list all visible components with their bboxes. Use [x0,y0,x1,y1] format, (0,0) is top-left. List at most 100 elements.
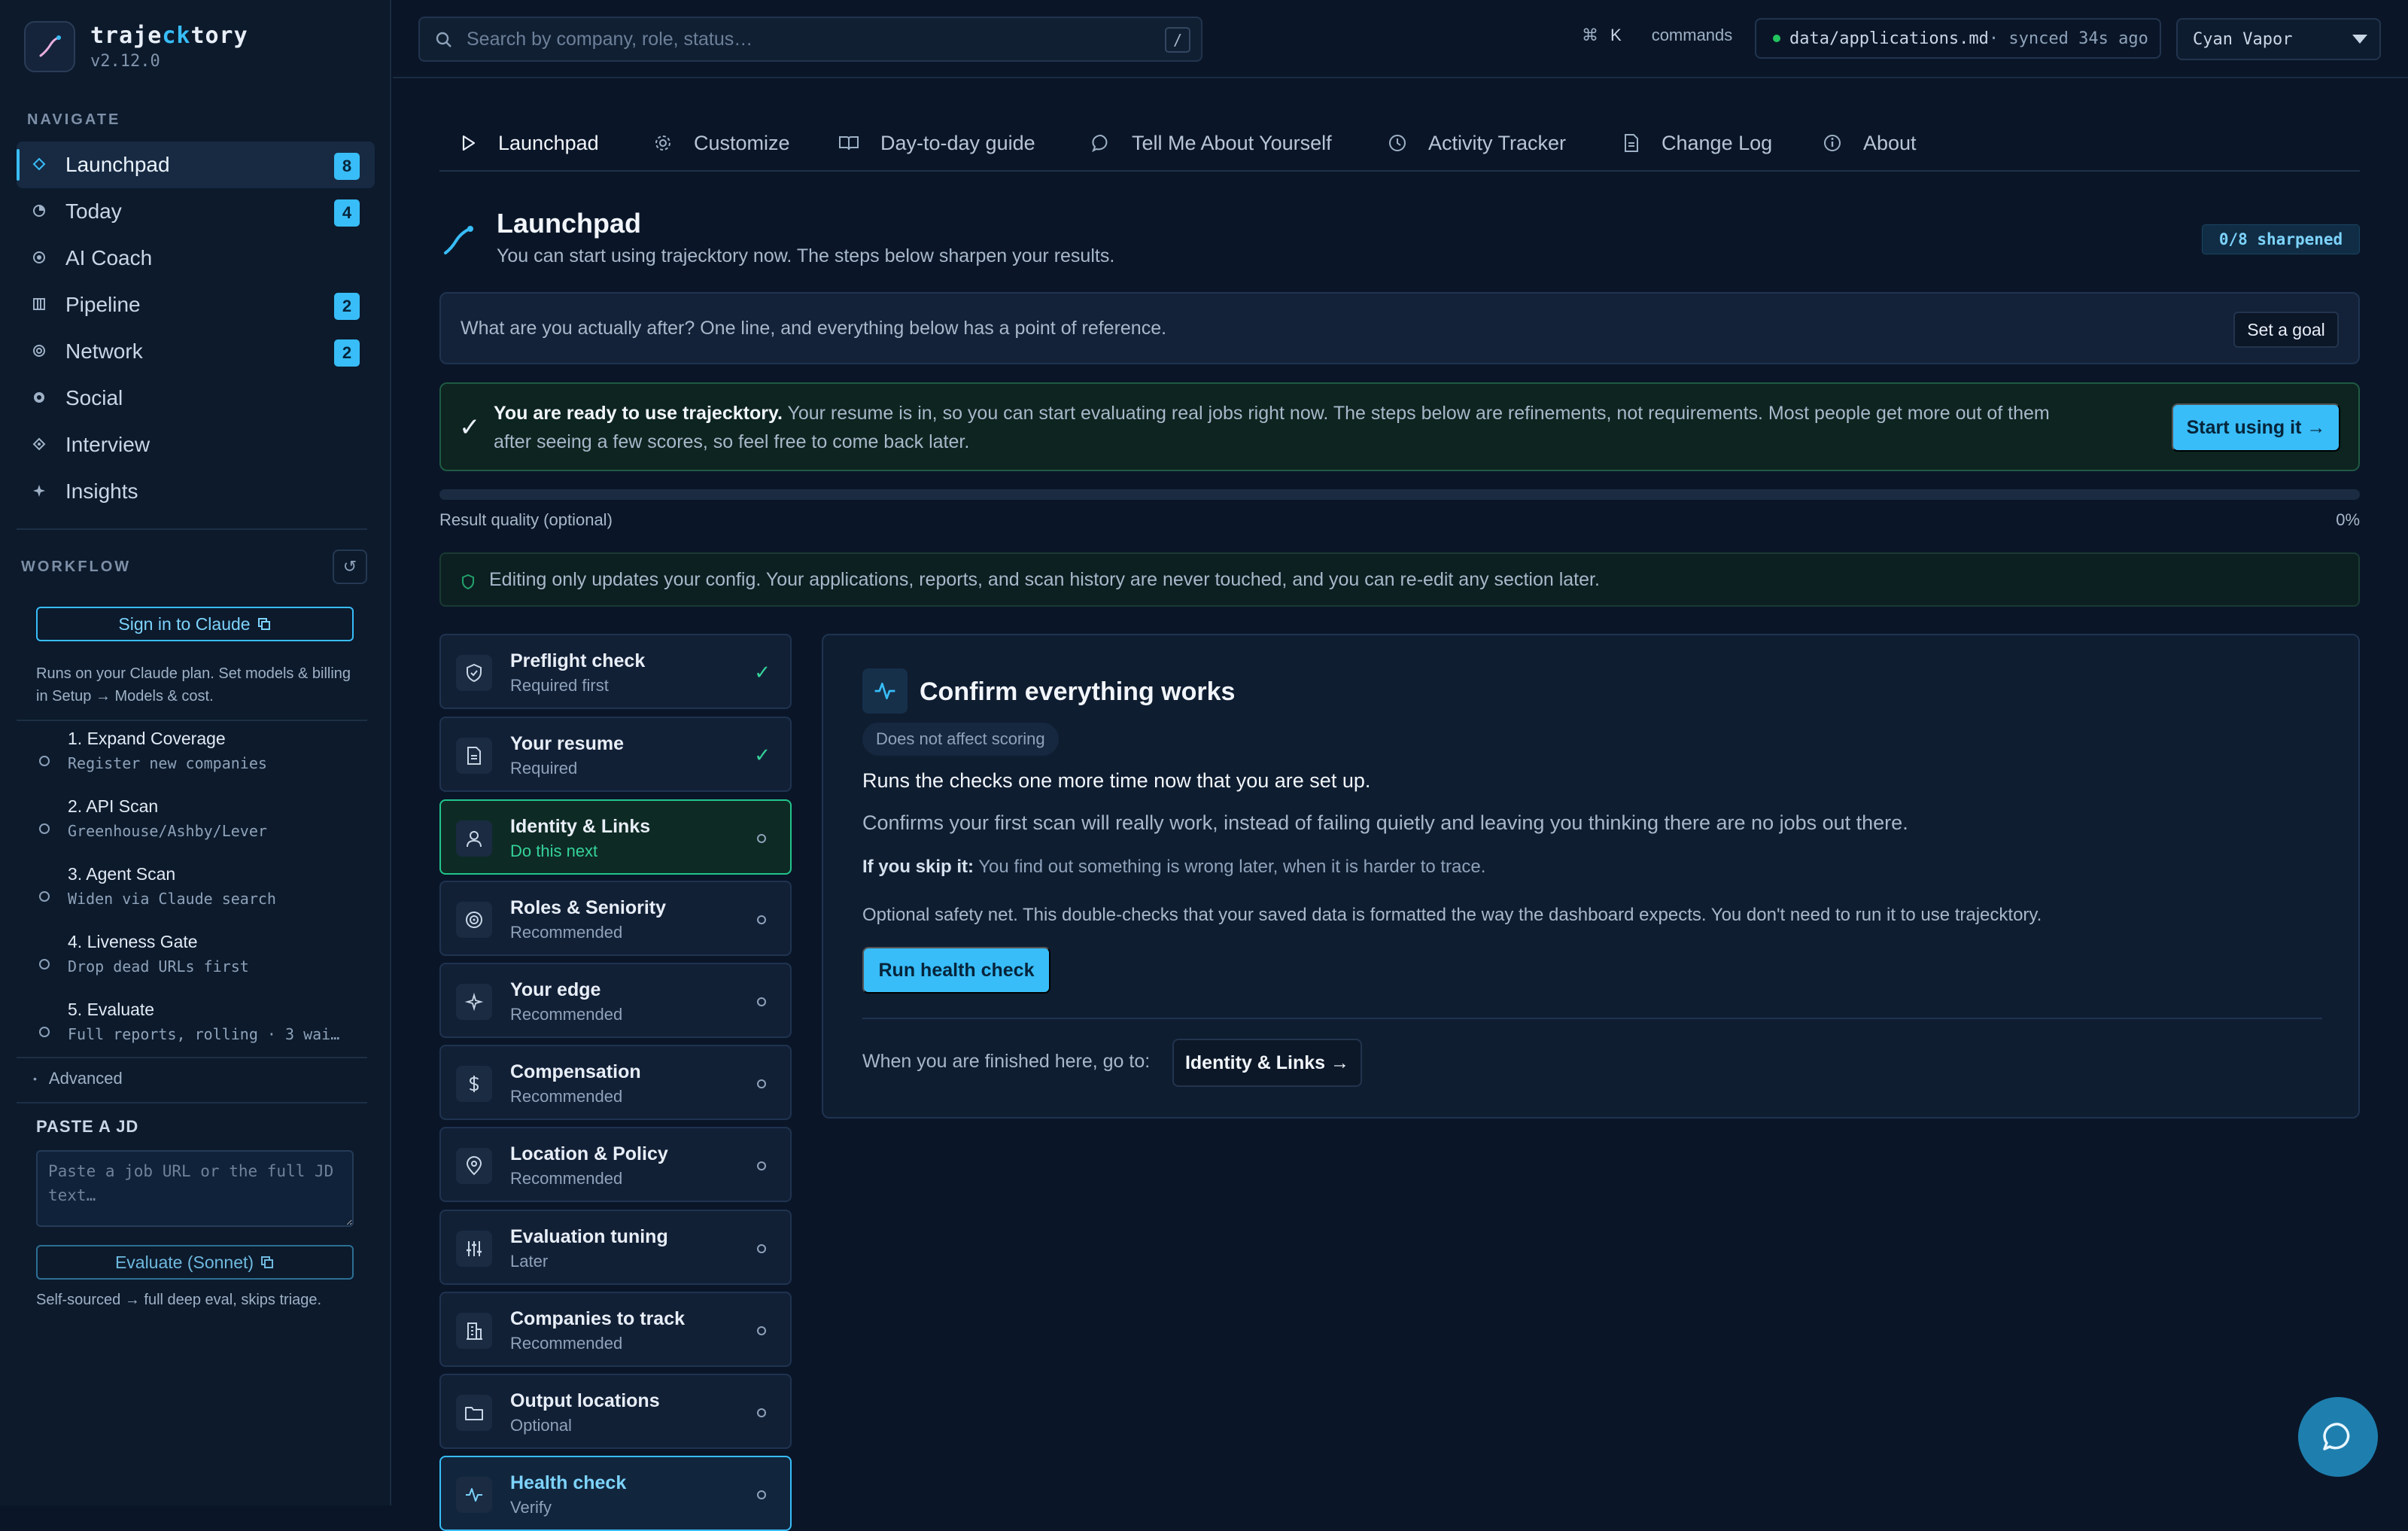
tab-label: Change Log [1662,131,1773,154]
step-health-check[interactable]: Health check Verify [439,1456,792,1531]
sidebar-item-social[interactable]: Social [17,375,375,422]
refresh-button[interactable]: ↺ [333,549,367,584]
chat-button[interactable] [2298,1397,2378,1477]
result-quality-label: Result quality (optional) [439,510,613,529]
sync-status[interactable]: data/applications.md · synced 34s ago [1755,18,2161,59]
tab-about[interactable]: About [1823,126,1917,160]
jd-note: Self-sourced → full deep eval, skips tri… [36,1292,322,1308]
command-key-icon: ⌘ [1582,26,1598,44]
ready-banner: ✓ You are ready to use trajecktory. Your… [439,382,2360,471]
step-evaluation-tuning[interactable]: Evaluation tuning Later [439,1210,792,1285]
workflow-step-agent-scan[interactable]: 3. Agent Scan Widen via Claude search [36,864,367,923]
evaluate-sonnet-button[interactable]: Evaluate (Sonnet) [36,1245,354,1280]
sidebar-item-today[interactable]: Today 4 [17,188,375,235]
start-using-button[interactable]: Start using it → [2172,403,2340,452]
info-banner: Editing only updates your config. Your a… [439,552,2360,607]
sidebar-item-pipeline[interactable]: Pipeline 2 [17,282,375,328]
chat-bubble-icon [2323,1423,2350,1450]
advanced-toggle[interactable]: • Advanced [33,1069,123,1088]
run-health-check-button[interactable]: Run health check [862,947,1050,994]
step-dot-icon [39,756,50,766]
workflow-step-liveness[interactable]: 4. Liveness Gate Drop dead URLs first [36,932,367,991]
pending-ring-icon [757,1490,766,1499]
theme-select[interactable]: Cyan Vapor [2176,18,2381,60]
panel-note: Optional safety net. This double-checks … [862,905,2042,925]
dollar-icon [456,1066,492,1102]
folder-icon [456,1395,492,1431]
tab-tell-me-about-yourself[interactable]: Tell Me About Yourself [1091,126,1332,160]
document-icon [1625,134,1638,152]
divider [17,528,367,530]
copy-icon [257,618,270,630]
ring-icon [33,345,45,357]
commands-label: commands [1651,26,1733,44]
search-shortcut-key: / [1165,27,1190,53]
sidebar-item-interview[interactable]: Interview [17,422,375,468]
sidebar-item-insights[interactable]: Insights [17,468,375,515]
diamond-icon [32,157,46,171]
sidebar: trajecktory v2.12.0 NAVIGATE Launchpad 8… [0,0,391,1505]
pulse-icon [862,668,908,714]
tab-label: Customize [694,131,790,154]
step-title: Output locations [510,1390,660,1411]
sidebar-item-launchpad[interactable]: Launchpad 8 [17,142,375,188]
workflow-step-title: 3. Agent Scan [68,864,176,884]
jd-input[interactable] [36,1150,354,1227]
workflow-step-evaluate[interactable]: 5. Evaluate Full reports, rolling · 3 wa… [36,1000,367,1058]
sidebar-item-label: Insights [65,479,138,503]
step-dot-icon [39,959,50,969]
chevron-down-icon [2352,35,2367,44]
pin-icon [456,1148,492,1184]
pending-ring-icon [757,915,766,924]
step-title: Health check [510,1472,627,1493]
step-compensation[interactable]: Compensation Recommended [439,1045,792,1120]
workflow-step-sub: Full reports, rolling · 3 wai… [68,1025,340,1043]
count-badge: 2 [334,339,360,367]
sync-file: data/applications.md [1789,29,1989,48]
check-icon: ✓ [754,744,771,766]
step-companies-to-track[interactable]: Companies to track Recommended [439,1292,792,1367]
go-to-identity-links-button[interactable]: Identity & Links → [1172,1039,1362,1087]
set-goal-button[interactable]: Set a goal [2233,312,2339,348]
step-your-resume[interactable]: Your resume Required ✓ [439,717,792,792]
search-icon [436,32,451,47]
tab-launchpad[interactable]: Launchpad [461,126,599,160]
step-output-locations[interactable]: Output locations Optional [439,1374,792,1449]
brand[interactable]: trajecktory v2.12.0 [24,20,248,74]
sign-in-claude-button[interactable]: Sign in to Claude [36,607,354,641]
tab-label: Activity Tracker [1428,131,1567,154]
pulse-icon [456,1477,492,1513]
search-input[interactable] [467,24,1114,54]
step-sub: Later [510,1252,549,1271]
divider [862,1018,2322,1019]
user-icon [456,820,492,857]
sidebar-item-label: Today [65,199,122,223]
sidebar-item-ai-coach[interactable]: AI Coach [17,235,375,282]
sidebar-item-network[interactable]: Network 2 [17,328,375,375]
copy-icon [261,1256,274,1268]
info-icon [1824,135,1841,151]
navigate-header: NAVIGATE [27,111,121,128]
workflow-step-expand[interactable]: 1. Expand Coverage Register new companie… [36,729,367,787]
divider [17,1057,367,1058]
tab-customize[interactable]: Customize [653,126,790,160]
step-sub: Required first [510,676,609,695]
step-sub: Recommended [510,1169,623,1188]
pending-ring-icon [757,1161,766,1170]
step-location-policy[interactable]: Location & Policy Recommended [439,1127,792,1202]
tab-change-log[interactable]: Change Log [1622,126,1772,160]
result-quality-percent: 0% [2336,510,2360,529]
tab-activity-tracker[interactable]: Activity Tracker [1388,126,1566,160]
step-identity-links[interactable]: Identity & Links Do this next [439,799,792,875]
step-roles-seniority[interactable]: Roles & Seniority Recommended [439,881,792,956]
sparkle-icon [33,485,45,497]
tab-day-to-day-guide[interactable]: Day-to-day guide [838,126,1035,160]
workflow-step-title: 4. Liveness Gate [68,932,198,951]
step-preflight-check[interactable]: Preflight check Required first ✓ [439,634,792,709]
step-your-edge[interactable]: Your edge Recommended [439,963,792,1038]
next-step-label: When you are finished here, go to: [862,1051,1151,1072]
search-box[interactable]: / [418,17,1202,62]
command-palette-button[interactable]: ⌘ K commands [1582,26,1732,45]
workflow-step-api-scan[interactable]: 2. API Scan Greenhouse/Ashby/Lever [36,796,367,855]
check-icon: ✓ [754,661,771,683]
